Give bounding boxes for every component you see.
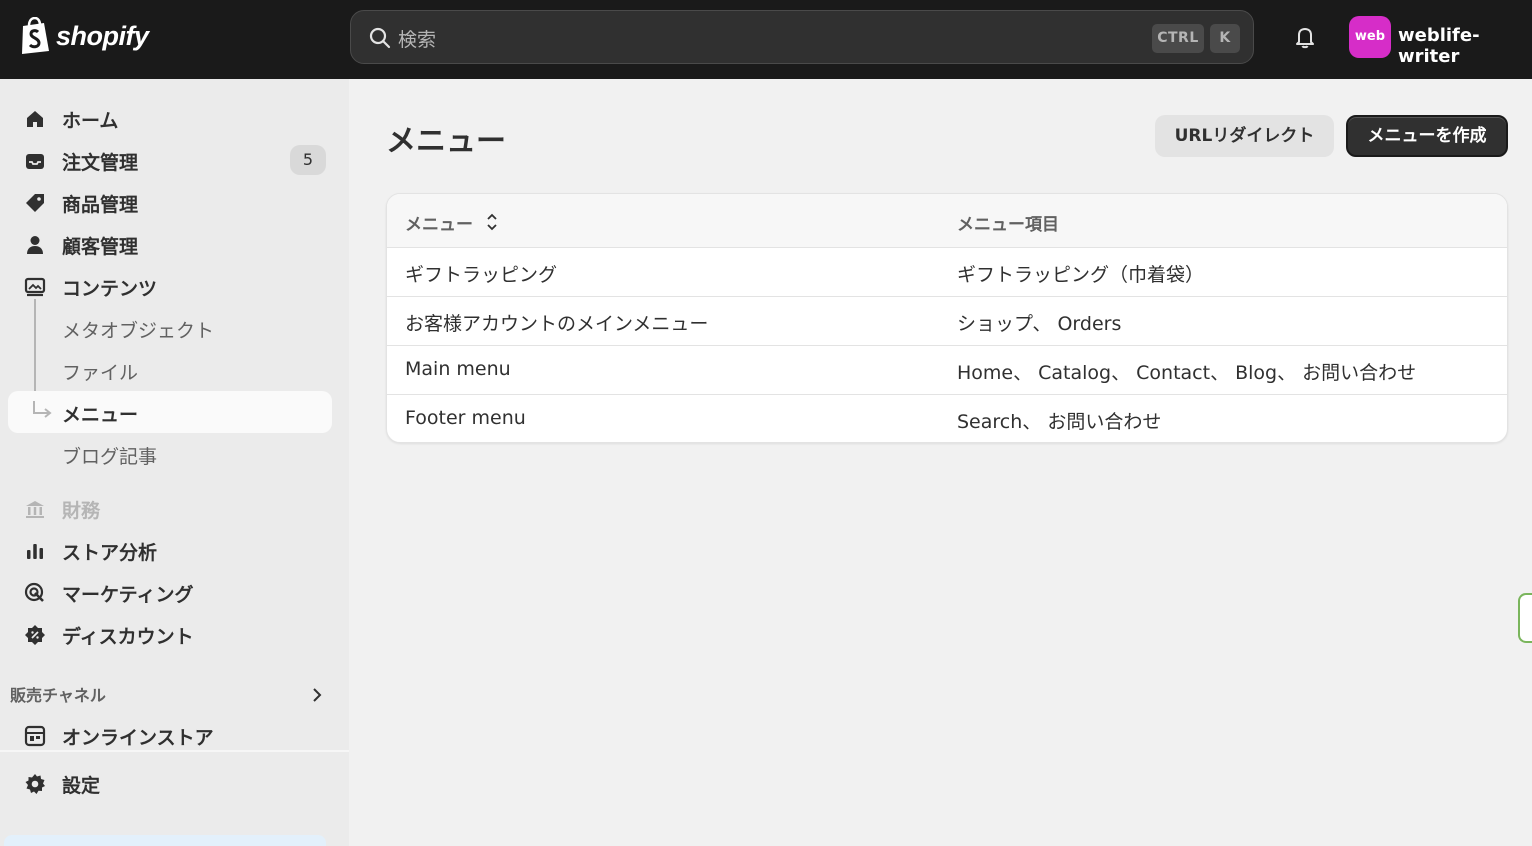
sidebar-item-label: ストア分析	[62, 542, 158, 564]
sidebar-item-customers[interactable]: 顧客管理	[8, 223, 332, 265]
sidebar-item-content[interactable]: コンテンツ	[8, 265, 332, 307]
sort-icon[interactable]	[485, 212, 499, 232]
tree-arrow-icon	[33, 401, 52, 418]
menu-name[interactable]: Footer menu	[405, 407, 526, 429]
table-row[interactable]: お客様アカウントのメインメニュー ショップ、 Orders	[387, 297, 1507, 346]
sidebar-item-label: ホーム	[62, 110, 119, 132]
search-icon	[369, 27, 391, 49]
sidebar-item-label: 設定	[62, 775, 101, 797]
bar-chart-icon	[27, 544, 43, 559]
sidebar-item-label: 財務	[62, 500, 101, 522]
url-redirect-button[interactable]: URLリダイレクト	[1155, 115, 1334, 157]
tag-icon	[26, 194, 44, 212]
table-row[interactable]: Main menu Home、 Catalog、 Contact、 Blog、 …	[387, 346, 1507, 395]
store-avatar[interactable]: web	[1349, 16, 1391, 58]
menu-name[interactable]: お客様アカウントのメインメニュー	[405, 309, 708, 336]
table-row[interactable]: Footer menu Search、 お問い合わせ	[387, 395, 1507, 442]
sidebar-item-label: オンラインストア	[62, 727, 214, 749]
sidebar-item-orders[interactable]: 注文管理 5	[8, 139, 332, 181]
menu-items: ギフトラッピング（巾着袋）	[957, 264, 1205, 286]
shortcut-k-key: K	[1210, 24, 1240, 53]
column-header-menu[interactable]: メニュー	[405, 210, 473, 235]
store-name[interactable]: weblife-writer	[1398, 25, 1532, 67]
logo-text: shopify	[56, 20, 149, 51]
search-placeholder: 検索	[398, 29, 437, 51]
menu-items: Search、 お問い合わせ	[957, 411, 1162, 433]
top-bar: shopify 検索 CTRL K web weblife-writer	[0, 0, 1532, 79]
search-bar[interactable]: 検索 CTRL K	[350, 10, 1254, 64]
target-icon	[24, 582, 44, 602]
menu-items: Home、 Catalog、 Contact、 Blog、 お問い合わせ	[957, 362, 1417, 384]
sales-channels-heading: 販売チャネル	[10, 686, 106, 705]
floating-widget-tab[interactable]	[1518, 593, 1532, 643]
sidebar-item-label: 商品管理	[62, 194, 139, 216]
sidebar-item-label: ディスカウント	[62, 626, 194, 648]
menu-name[interactable]: Main menu	[405, 358, 511, 380]
inbox-icon	[26, 154, 44, 169]
sidebar-item-label: マーケティング	[62, 584, 194, 606]
gear-icon	[25, 774, 45, 794]
chevron-right-icon[interactable]	[308, 686, 326, 704]
sidebar-item-home[interactable]: ホーム	[8, 97, 332, 139]
create-menu-button[interactable]: メニューを作成	[1346, 115, 1508, 157]
sidebar-item-label: コンテンツ	[62, 278, 158, 300]
sidebar-banner	[4, 835, 326, 846]
sidebar-item-marketing[interactable]: マーケティング	[8, 571, 332, 613]
orders-count-badge: 5	[290, 145, 326, 175]
sidebar-item-label: ファイル	[62, 362, 139, 384]
table-row[interactable]: ギフトラッピング ギフトラッピング（巾着袋）	[387, 248, 1507, 297]
sidebar-item-settings[interactable]: 設定	[8, 762, 332, 804]
sidebar-item-products[interactable]: 商品管理	[8, 181, 332, 223]
notification-bell-icon[interactable]	[1291, 23, 1319, 51]
person-icon	[27, 236, 43, 254]
bank-icon	[26, 501, 44, 518]
shopify-logo[interactable]: shopify	[19, 17, 149, 55]
column-header-menu-items: メニュー項目	[957, 215, 1059, 235]
sidebar: ホーム 注文管理 5 商品管理 顧客管理 コンテンツ メタオブジェクト ファイル…	[0, 79, 349, 846]
menu-name[interactable]: ギフトラッピング	[405, 260, 557, 287]
sidebar-item-metaobjects[interactable]: メタオブジェクト	[8, 307, 332, 349]
discount-icon	[25, 625, 45, 645]
content-icon	[24, 277, 46, 297]
sidebar-item-label: メタオブジェクト	[62, 320, 215, 342]
menu-items: ショップ、 Orders	[957, 313, 1122, 335]
shopify-bag-icon	[22, 17, 49, 54]
sidebar-item-finance: 財務	[8, 487, 332, 529]
table-header: メニュー メニュー項目	[387, 194, 1507, 248]
page-title: メニュー	[386, 124, 506, 159]
sidebar-item-discounts[interactable]: ディスカウント	[8, 613, 332, 655]
sidebar-item-menus[interactable]: メニュー	[8, 391, 332, 433]
home-icon	[27, 111, 43, 127]
menus-table: メニュー メニュー項目 ギフトラッピング ギフトラッピング（巾着袋） お客様アカ…	[386, 193, 1508, 443]
sidebar-item-files[interactable]: ファイル	[8, 349, 332, 391]
sidebar-item-label: メニュー	[62, 404, 139, 426]
sidebar-item-label: ブログ記事	[62, 446, 158, 468]
sidebar-item-blog-posts[interactable]: ブログ記事	[8, 433, 332, 475]
sidebar-item-analytics[interactable]: ストア分析	[8, 529, 332, 571]
sidebar-divider	[0, 750, 349, 752]
shortcut-ctrl-key: CTRL	[1152, 24, 1204, 53]
store-icon	[24, 725, 46, 747]
sidebar-item-label: 注文管理	[62, 152, 139, 174]
sidebar-item-label: 顧客管理	[62, 236, 139, 258]
